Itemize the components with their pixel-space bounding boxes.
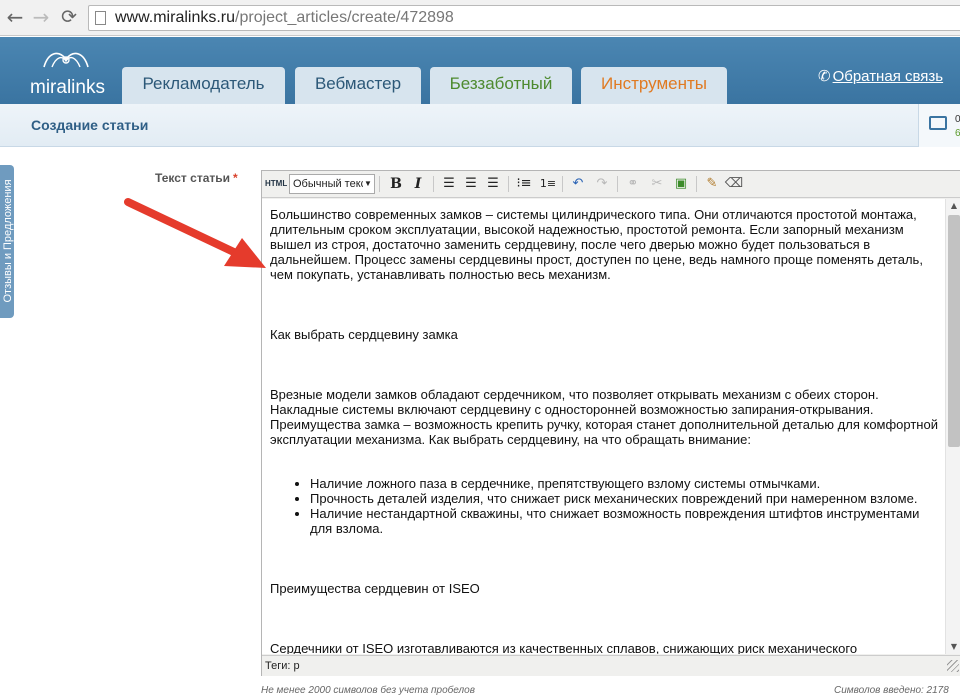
empty-line	[270, 282, 938, 327]
site-header: miralinks Рекламодатель Вебмастер Беззаб…	[0, 37, 960, 104]
required-mark: *	[233, 171, 238, 185]
balance-widget[interactable]: 0 6	[918, 104, 960, 147]
redo-icon[interactable]: ↷	[592, 174, 612, 194]
feedback-label: Обратная связь	[832, 68, 944, 85]
empty-line	[270, 596, 938, 641]
feedback-side-tab[interactable]: Отзывы и Предложения	[0, 165, 14, 318]
list-item: Наличие нестандартной скважины, что сниж…	[310, 506, 938, 536]
url-path: /project_articles/create/472898	[235, 9, 454, 26]
url-host: www.miralinks.ru	[115, 9, 236, 26]
list-item: Прочность деталей изделия, что снижает р…	[310, 491, 938, 506]
chars-entered-counter: Символов введено: 2178	[834, 685, 949, 696]
align-center-icon[interactable]: ☰	[461, 174, 481, 194]
page-title: Создание статьи	[31, 117, 149, 133]
widget-line1: 0	[955, 114, 960, 125]
resize-grip-icon[interactable]	[947, 660, 959, 672]
wallet-icon	[929, 116, 947, 130]
side-tab-label: Отзывы и Предложения	[2, 179, 14, 303]
rich-text-editor: HTML Обычный текст ▼ B I ☰ ☰ ☰ ⁝≡ 1≡ ↶ ↷…	[261, 170, 960, 676]
scroll-down-icon[interactable]: ▼	[946, 640, 960, 654]
toolbar-divider	[433, 176, 434, 192]
toolbar-divider	[379, 176, 380, 192]
back-arrow-icon[interactable]: ←	[4, 6, 26, 28]
list-item: Наличие ложного паза в сердечнике, препя…	[310, 476, 938, 491]
editor-statusbar: Теги: p	[262, 655, 960, 676]
forward-arrow-icon[interactable]: →	[30, 6, 52, 28]
miralinks-logo-icon[interactable]	[38, 45, 94, 71]
label-text: Текст статьи	[155, 171, 230, 185]
scroll-up-icon[interactable]: ▲	[946, 199, 960, 213]
feedback-link[interactable]: ✆ Обратная связь	[818, 67, 943, 85]
editor-scrollbar[interactable]: ▲ ▼	[945, 199, 960, 654]
url-text: www.miralinks.ru/project_articles/create…	[115, 9, 454, 27]
image-icon[interactable]: ▣	[671, 174, 691, 194]
bullet-list-icon[interactable]: ⁝≡	[514, 174, 534, 194]
reload-icon[interactable]: ⟳	[58, 6, 80, 28]
link-icon[interactable]: ⚭	[623, 174, 643, 194]
content-heading: Как выбрать сердцевину замка	[270, 327, 458, 342]
address-bar[interactable]: www.miralinks.ru/project_articles/create…	[88, 5, 960, 31]
format-select-value: Обычный текст	[293, 178, 372, 190]
bold-icon[interactable]: B	[386, 174, 406, 194]
toolbar-divider	[562, 176, 563, 192]
tab-carefree[interactable]: Беззаботный	[430, 67, 572, 104]
tab-tools[interactable]: Инструменты	[581, 67, 727, 104]
format-select[interactable]: Обычный текст ▼	[289, 174, 375, 194]
browser-toolbar: ← → ⟳ www.miralinks.ru/project_articles/…	[0, 0, 960, 36]
chevron-down-icon: ▼	[363, 175, 373, 193]
eraser-icon[interactable]: ⌫	[724, 174, 744, 194]
align-left-icon[interactable]: ☰	[439, 174, 459, 194]
subheader: Создание статьи 0 6	[0, 104, 960, 147]
editor-toolbar: HTML Обычный текст ▼ B I ☰ ☰ ☰ ⁝≡ 1≡ ↶ ↷…	[262, 171, 960, 198]
content-paragraph: Большинство современных замков – системы…	[270, 207, 923, 282]
article-text-label: Текст статьи *	[155, 171, 238, 185]
cleanup-icon[interactable]: ✎	[702, 174, 722, 194]
widget-line2: 6	[955, 128, 960, 139]
content-paragraph: Сердечники от ISEO изготавливаются из ка…	[270, 641, 858, 654]
toolbar-divider	[696, 176, 697, 192]
content-list: Наличие ложного паза в сердечнике, препя…	[310, 476, 938, 536]
empty-line	[270, 447, 938, 476]
min-chars-hint: Не менее 2000 символов без учета пробело…	[261, 685, 475, 696]
content-paragraph: Врезные модели замков обладают сердечник…	[270, 387, 938, 447]
scrollbar-thumb[interactable]	[948, 215, 960, 447]
empty-line	[270, 342, 938, 387]
tab-webmaster[interactable]: Вебмастер	[295, 67, 421, 104]
unlink-icon[interactable]: ✂	[647, 174, 667, 194]
toolbar-divider	[508, 176, 509, 192]
empty-line	[270, 536, 938, 581]
align-right-icon[interactable]: ☰	[483, 174, 503, 194]
page-icon	[95, 11, 106, 25]
annotation-arrow-icon	[124, 198, 266, 268]
numbered-list-icon[interactable]: 1≡	[538, 174, 558, 194]
tag-path: Теги: p	[265, 660, 300, 672]
content-heading: Преимущества сердцевин от ISEO	[270, 581, 480, 596]
undo-icon[interactable]: ↶	[568, 174, 588, 194]
toolbar-divider	[617, 176, 618, 192]
italic-icon[interactable]: I	[408, 174, 428, 194]
html-icon[interactable]: HTML	[265, 174, 287, 194]
logo-text[interactable]: miralinks	[30, 77, 105, 99]
phone-icon: ✆	[818, 67, 831, 85]
editor-content-area[interactable]: Большинство современных замков – системы…	[262, 199, 946, 654]
tab-advertiser[interactable]: Рекламодатель	[122, 67, 285, 104]
